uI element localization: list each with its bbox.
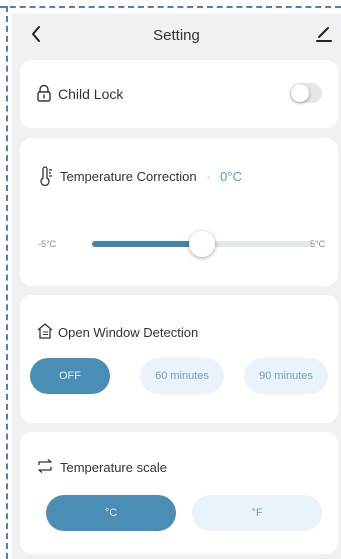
slider-min-label: -5°C xyxy=(38,239,57,249)
temperature-scale-card: Temperature scale °C °F xyxy=(20,432,338,554)
window-option-off[interactable]: OFF xyxy=(30,358,110,394)
temperature-scale-label: Temperature scale xyxy=(60,460,167,475)
swap-arrows-icon xyxy=(36,458,54,479)
lock-icon xyxy=(36,84,52,107)
child-lock-toggle[interactable] xyxy=(290,83,322,103)
temperature-correction-value: 0°C xyxy=(220,169,242,184)
dashed-frame-left xyxy=(6,6,8,559)
scale-option-celsius[interactable]: °C xyxy=(46,495,176,531)
window-option-90-minutes[interactable]: 90 minutes xyxy=(244,358,328,394)
temperature-correction-label-row: Temperature Correction · 0°C xyxy=(60,169,242,184)
page-title: Setting xyxy=(153,27,200,44)
child-lock-label: Child Lock xyxy=(58,86,124,102)
open-window-detection-card: Open Window Detection OFF 60 minutes 90 … xyxy=(20,295,338,423)
temperature-correction-card: Temperature Correction · 0°C -5°C 5°C xyxy=(20,138,338,286)
window-house-icon xyxy=(36,322,54,345)
temperature-slider[interactable] xyxy=(92,231,312,257)
settings-screen: Setting Child Lock Temperature Correctio… xyxy=(12,14,341,559)
open-window-detection-label: Open Window Detection xyxy=(58,325,199,340)
slider-thumb[interactable] xyxy=(189,231,215,257)
thermometer-icon xyxy=(38,166,54,191)
scale-option-fahrenheit[interactable]: °F xyxy=(192,495,322,531)
toggle-knob xyxy=(291,84,309,102)
slider-max-label: 5°C xyxy=(310,239,326,249)
temperature-correction-label: Temperature Correction xyxy=(60,169,197,184)
child-lock-card: Child Lock xyxy=(20,60,338,128)
window-option-60-minutes[interactable]: 60 minutes xyxy=(140,358,224,394)
slider-fill xyxy=(92,241,202,247)
dashed-frame-top xyxy=(0,6,341,8)
header-bar: Setting xyxy=(12,14,341,56)
edit-pencil-icon[interactable] xyxy=(314,22,334,44)
separator-dot: · xyxy=(206,169,211,184)
